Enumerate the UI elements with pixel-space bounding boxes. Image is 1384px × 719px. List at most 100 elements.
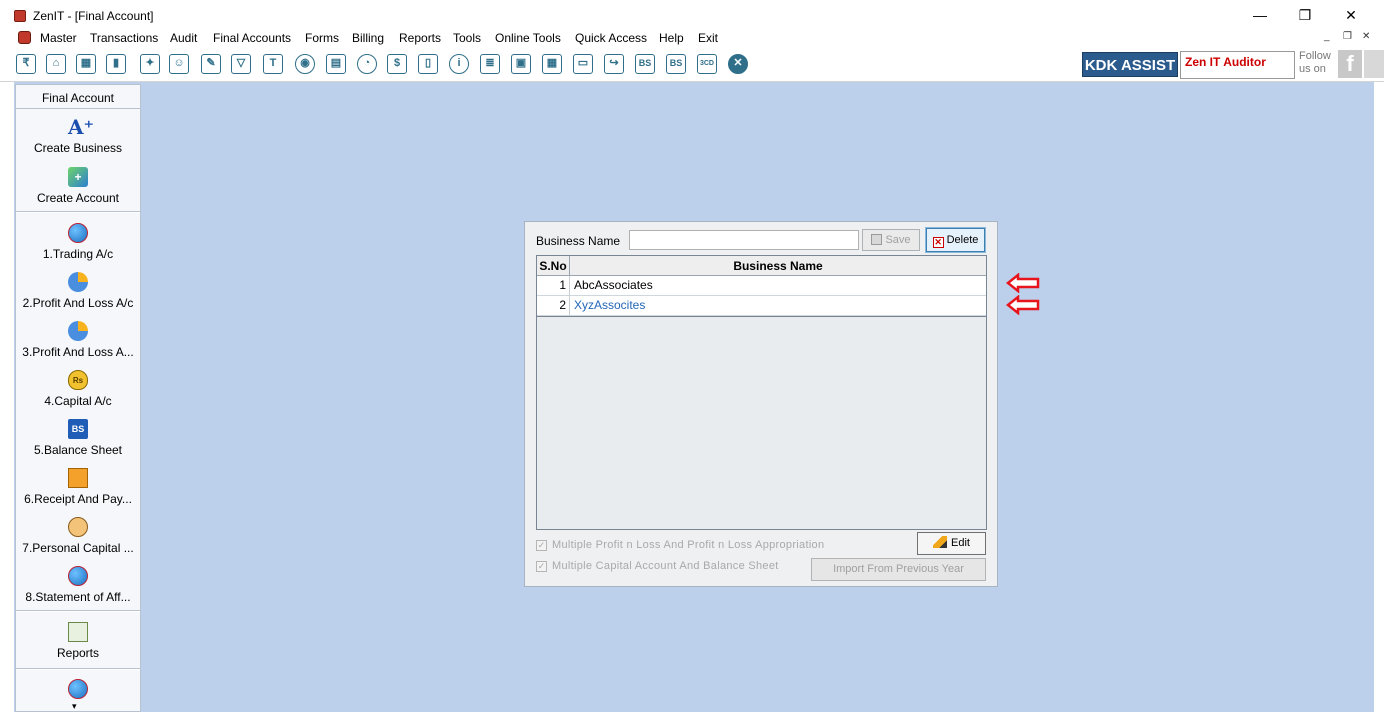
font-add-icon: A⁺ [68,115,95,139]
pencil-icon [933,536,948,548]
column-header-sno[interactable]: S.No [537,256,570,276]
sidebar-item-profit-loss-appropriation[interactable]: 3.Profit And Loss A... [16,321,140,359]
calculator-icon[interactable]: ▤ [326,54,346,74]
sidebar-item-label: Reports [56,646,100,660]
balance-sheet-icon: BS [68,419,88,439]
menu-master[interactable]: Master [40,31,77,45]
sidebar-item-statement-of-affairs[interactable]: 8.Statement of Aff... [16,566,140,604]
bs-sch-icon[interactable]: BS [666,54,686,74]
info-icon[interactable]: i [449,54,469,74]
receipt-icon [68,468,88,488]
facebook-icon[interactable]: f [1338,50,1362,78]
menu-bar: Master Transactions Audit Final Accounts… [0,28,1384,48]
edit-button[interactable]: Edit [917,532,986,555]
restore-icon: ❐ [1298,7,1312,23]
document-icon[interactable]: ≣ [480,54,500,74]
save-button[interactable]: Save [862,229,920,251]
pie-chart-icon [68,272,88,292]
mdi-close-button[interactable]: ✕ [1362,31,1370,42]
menu-audit[interactable]: Audit [170,31,197,45]
3cd-icon[interactable]: 3CD [697,54,717,74]
users-icon[interactable]: ☺ [169,54,189,74]
delete-button[interactable]: ✕ Delete [925,227,986,253]
sidebar-item-create-account[interactable]: + Create Account [16,167,140,205]
multiple-pl-checkbox[interactable]: ✓ [536,540,547,551]
business-grid[interactable]: S.No Business Name 1 AbcAssociates 2 Xyz… [536,255,987,530]
tax-icon[interactable]: T [263,54,283,74]
bs-icon[interactable]: BS [635,54,655,74]
table-row[interactable]: 2 XyzAssocites [537,296,986,316]
mdi-minimize-button[interactable]: _ [1324,31,1330,42]
calendar-icon[interactable]: ▦ [542,54,562,74]
pie-chart-icon[interactable]: ◔ [357,54,377,74]
menu-help[interactable]: Help [659,31,684,45]
rupee-icon[interactable]: ₹ [16,54,36,74]
sidebar-item-create-business[interactable]: A⁺ Create Business [16,117,140,155]
menu-online-tools[interactable]: Online Tools [495,31,561,45]
menu-quick-access[interactable]: Quick Access [575,31,647,45]
kdk-assist-button[interactable]: KDK ASSIST [1082,52,1178,77]
business-name-label: Business Name [536,234,621,248]
toggle-icon[interactable]: ◉ [295,54,315,74]
export-icon[interactable]: ↪ [604,54,624,74]
sidebar-item-label: 5.Balance Sheet [33,443,123,457]
mdi-restore-button[interactable]: ❐ [1343,31,1352,42]
pay-icon[interactable]: $ [387,54,407,74]
save-label: Save [885,234,911,246]
follow-line-1: Follow [1299,50,1331,62]
sidebar-item-label: Create Business [33,141,123,155]
close-circle-icon[interactable]: ✕ [728,54,748,74]
title-bar: ZenIT - [Final Account] — ❐ ✕ [0,0,1384,28]
sidebar-item-personal-capital[interactable]: 7.Personal Capital ... [16,517,140,555]
book-icon[interactable]: ▯ [418,54,438,74]
globe-book-icon [68,566,88,586]
sidebar-item-label: 4.Capital A/c [44,394,112,408]
menu-forms[interactable]: Forms [305,31,339,45]
money-bag-icon: Rs [68,370,88,390]
minimize-icon: — [1253,7,1267,23]
sidebar-item-more[interactable] [16,679,140,703]
report-user-icon[interactable]: ▣ [511,54,531,74]
sidebar-item-reports[interactable]: Reports [16,622,140,660]
save-icon [871,234,883,245]
menu-exit[interactable]: Exit [698,31,718,45]
menu-app-icon[interactable] [18,31,31,44]
table-row[interactable]: 1 AbcAssociates [537,276,986,296]
sidebar-item-receipt-payment[interactable]: 6.Receipt And Pay... [16,468,140,506]
sidebar-item-trading[interactable]: 1.Trading A/c [16,223,140,261]
sidebar-item-profit-loss[interactable]: 2.Profit And Loss A/c [16,272,140,310]
multiple-capital-label: Multiple Capital Account And Balance She… [552,560,779,572]
bar-chart-icon[interactable]: ▮ [106,54,126,74]
follow-us-label: Follow us on [1299,50,1331,76]
minimize-button[interactable]: — [1237,4,1283,26]
close-window-button[interactable]: ✕ [1328,4,1374,26]
gift-icon[interactable]: ✦ [140,54,160,74]
pie-chart-icon [68,321,88,341]
close-icon: ✕ [1345,7,1357,23]
menu-transactions[interactable]: Transactions [90,31,158,45]
add-folder-icon[interactable]: ▭ [573,54,593,74]
menu-tools[interactable]: Tools [453,31,481,45]
workspace-border-bottom [0,712,1384,719]
import-previous-year-button[interactable]: Import From Previous Year [811,558,986,581]
sidebar-item-balance-sheet[interactable]: BS 5.Balance Sheet [16,419,140,457]
pin-icon[interactable]: ✎ [201,54,221,74]
zen-it-auditor-link[interactable]: Zen IT Auditor [1180,51,1295,79]
building-icon[interactable]: ▦ [76,54,96,74]
sidebar-item-capital[interactable]: Rs 4.Capital A/c [16,370,140,408]
menu-billing[interactable]: Billing [352,31,384,45]
restore-button[interactable]: ❐ [1282,4,1328,26]
scroll-down-icon[interactable]: ▾ [72,701,77,712]
home-icon[interactable]: ⌂ [46,54,66,74]
cell-business-name: XyzAssocites [574,298,646,312]
multiple-capital-checkbox[interactable]: ✓ [536,561,547,572]
menu-reports[interactable]: Reports [399,31,441,45]
filter-icon[interactable]: ▽ [231,54,251,74]
social-icon[interactable] [1364,50,1384,78]
business-name-input[interactable] [629,230,859,250]
delete-label: Delete [946,234,979,246]
multiple-pl-label: Multiple Profit n Loss And Profit n Loss… [552,539,825,551]
menu-final-accounts[interactable]: Final Accounts [213,31,291,45]
column-header-business-name[interactable]: Business Name [570,256,986,276]
sidebar-header: Final Account [16,85,140,109]
